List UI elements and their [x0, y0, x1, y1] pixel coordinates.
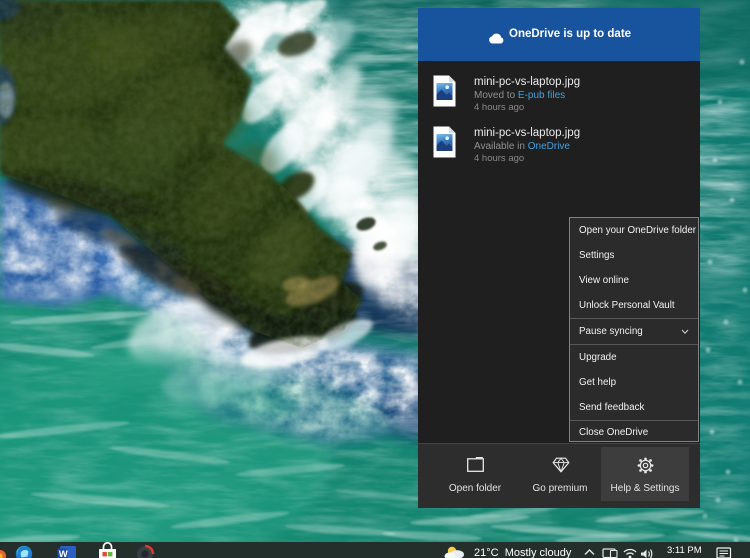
svg-text:W: W: [59, 549, 68, 558]
